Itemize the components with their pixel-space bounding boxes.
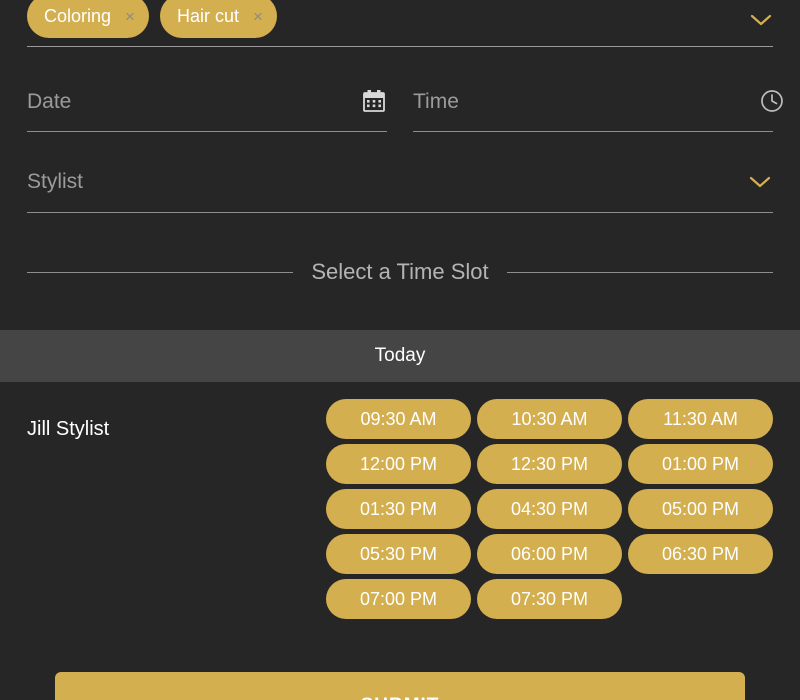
time-slot-grid: 09:30 AM 10:30 AM 11:30 AM 12:00 PM 12:30 PM…: [326, 399, 774, 619]
time-slot-pill[interactable]: 05:30 PM: [326, 534, 471, 574]
time-slot-pill[interactable]: 09:30 AM: [326, 399, 471, 439]
clock-icon[interactable]: [759, 88, 785, 114]
time-slot-section-divider: Select a Time Slot: [27, 259, 773, 285]
calendar-icon[interactable]: [361, 88, 387, 114]
time-slot-pill[interactable]: 04:30 PM: [477, 489, 622, 529]
stylist-field-underline: [27, 212, 773, 213]
time-slot-pill[interactable]: 11:30 AM: [628, 399, 773, 439]
service-chip-label: Coloring: [44, 6, 112, 26]
divider-line-right: [506, 271, 773, 273]
time-slot-pill[interactable]: 12:00 PM: [326, 444, 471, 484]
services-field-underline: [27, 46, 773, 47]
stylist-field-placeholder: Stylist: [27, 170, 84, 193]
time-field[interactable]: Time: [413, 75, 783, 132]
date-field[interactable]: Date: [27, 75, 387, 132]
time-slots-section: Jill Stylist 09:30 AM 10:30 AM 11:30 AM 12:…: [0, 382, 800, 650]
day-header-label: Today: [374, 345, 426, 366]
time-slot-pill[interactable]: 01:00 PM: [628, 444, 773, 484]
time-slot-pill[interactable]: 06:30 PM: [628, 534, 773, 574]
date-field-underline: [27, 131, 387, 132]
time-slot-pill[interactable]: 12:30 PM: [477, 444, 622, 484]
time-slot-pill[interactable]: 01:30 PM: [326, 489, 471, 529]
section-title: Select a Time Slot: [311, 259, 489, 284]
close-icon[interactable]: ×: [125, 8, 135, 25]
time-slot-pill[interactable]: 07:00 PM: [326, 579, 471, 619]
service-chip[interactable]: Hair cut ×: [159, 0, 277, 38]
time-slot-pill[interactable]: 06:00 PM: [477, 534, 622, 574]
stylist-row-label: Jill Stylist: [27, 418, 110, 440]
time-field-underline: [413, 131, 773, 132]
time-slot-pill[interactable]: 07:30 PM: [477, 579, 622, 619]
divider-line-left: [27, 271, 294, 273]
service-chips-list: Coloring × Hair cut ×: [27, 0, 277, 38]
service-chip[interactable]: Coloring ×: [27, 0, 149, 38]
appointment-booking-screen: Coloring × Hair cut × Date Time Stylist …: [0, 0, 800, 700]
services-select-field[interactable]: Coloring × Hair cut ×: [0, 0, 800, 47]
time-slot-pill[interactable]: 10:30 AM: [477, 399, 622, 439]
time-slot-pill[interactable]: 05:00 PM: [628, 489, 773, 529]
service-chip-label: Hair cut: [176, 6, 239, 26]
date-field-placeholder: Date: [27, 90, 72, 113]
chevron-down-icon[interactable]: [750, 13, 772, 27]
stylist-select-field[interactable]: Stylist: [27, 155, 773, 213]
close-icon[interactable]: ×: [253, 8, 263, 25]
submit-button[interactable]: SUBMIT: [55, 672, 745, 700]
day-header: Today: [0, 330, 800, 382]
time-field-placeholder: Time: [413, 90, 459, 113]
chevron-down-icon[interactable]: [749, 175, 771, 189]
